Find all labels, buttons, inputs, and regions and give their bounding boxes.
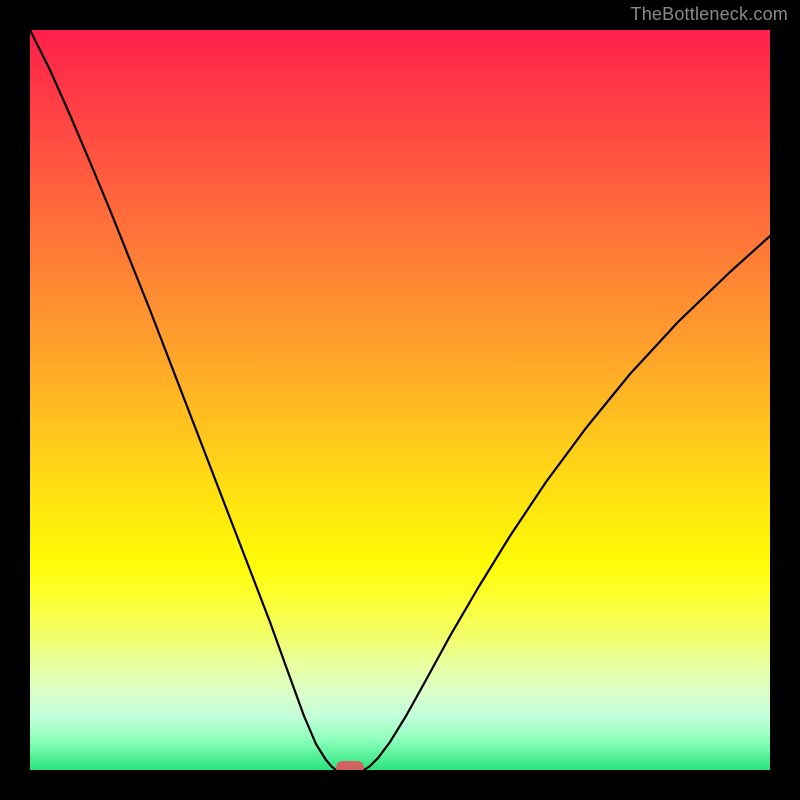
curve-svg	[30, 30, 770, 770]
plot-area	[30, 30, 770, 770]
outer-frame: TheBottleneck.com	[0, 0, 800, 800]
bottleneck-marker	[336, 761, 364, 770]
watermark-text: TheBottleneck.com	[631, 4, 788, 25]
curve-left	[30, 30, 336, 770]
curve-right	[364, 236, 770, 770]
